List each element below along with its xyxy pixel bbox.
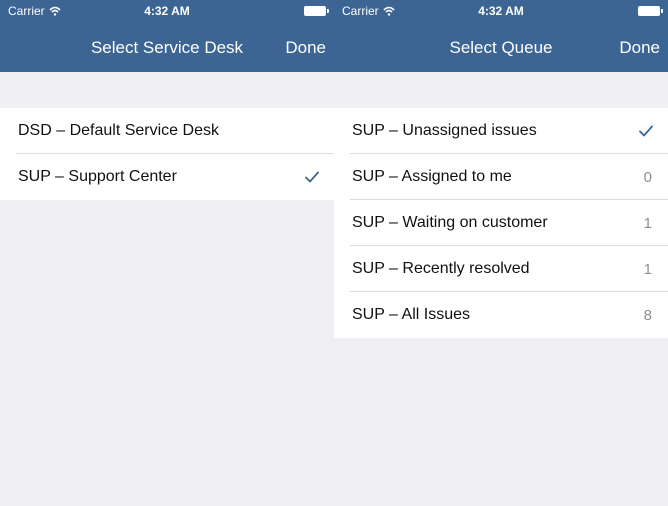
nav-title: Select Service Desk [90, 38, 244, 57]
done-button[interactable]: Done [285, 38, 326, 58]
queue-row-assigned[interactable]: SUP – Assigned to me 0 [334, 154, 668, 200]
service-desk-row-dsd[interactable]: DSD – Default Service Desk [0, 108, 334, 154]
service-desk-row-sup[interactable]: SUP – Support Center [0, 154, 334, 200]
queue-row-all[interactable]: SUP – All Issues 8 [334, 292, 668, 338]
status-time: 4:32 AM [144, 4, 190, 18]
nav-bar: Select Queue Done [334, 22, 668, 72]
select-service-desk-screen: Carrier 4:32 AM Select Service Desk Done… [0, 0, 334, 506]
battery-icon [304, 6, 329, 16]
status-bar: Carrier 4:32 AM [334, 0, 668, 22]
queue-row-waiting[interactable]: SUP – Waiting on customer 1 [334, 200, 668, 246]
checkmark-icon [639, 125, 653, 137]
issue-count: 0 [643, 168, 652, 186]
issue-count: 1 [643, 260, 652, 278]
navigation-bar: Carrier 4:32 AM Select Queue Done [334, 0, 668, 72]
service-desk-list: DSD – Default Service Desk SUP – Support… [0, 108, 334, 200]
split-screen: Carrier 4:32 AM Select Service Desk Done… [0, 0, 668, 506]
nav-title: Select Queue [449, 38, 553, 57]
checkmark-icon [305, 171, 319, 183]
row-label: SUP – Support Center [18, 168, 177, 185]
row-label: SUP – All Issues [352, 306, 470, 323]
navigation-bar: Carrier 4:32 AM Select Service Desk Done [0, 0, 334, 72]
queue-row-resolved[interactable]: SUP – Recently resolved 1 [334, 246, 668, 292]
queue-list: SUP – Unassigned issues SUP – Assigned t… [334, 108, 668, 338]
queue-row-unassigned[interactable]: SUP – Unassigned issues [334, 108, 668, 154]
select-queue-screen: Carrier 4:32 AM Select Queue Done SUP – … [334, 0, 668, 506]
done-button[interactable]: Done [619, 38, 660, 58]
issue-count: 8 [643, 306, 652, 324]
issue-count: 1 [643, 214, 652, 232]
status-bar: Carrier 4:32 AM [0, 0, 334, 22]
row-label: DSD – Default Service Desk [18, 122, 219, 139]
row-label: SUP – Unassigned issues [352, 122, 537, 139]
row-label: SUP – Assigned to me [352, 168, 512, 185]
row-label: SUP – Recently resolved [352, 260, 530, 277]
battery-icon [638, 6, 663, 16]
status-time: 4:32 AM [478, 4, 524, 18]
row-label: SUP – Waiting on customer [352, 214, 548, 231]
nav-bar: Select Service Desk Done [0, 22, 334, 72]
